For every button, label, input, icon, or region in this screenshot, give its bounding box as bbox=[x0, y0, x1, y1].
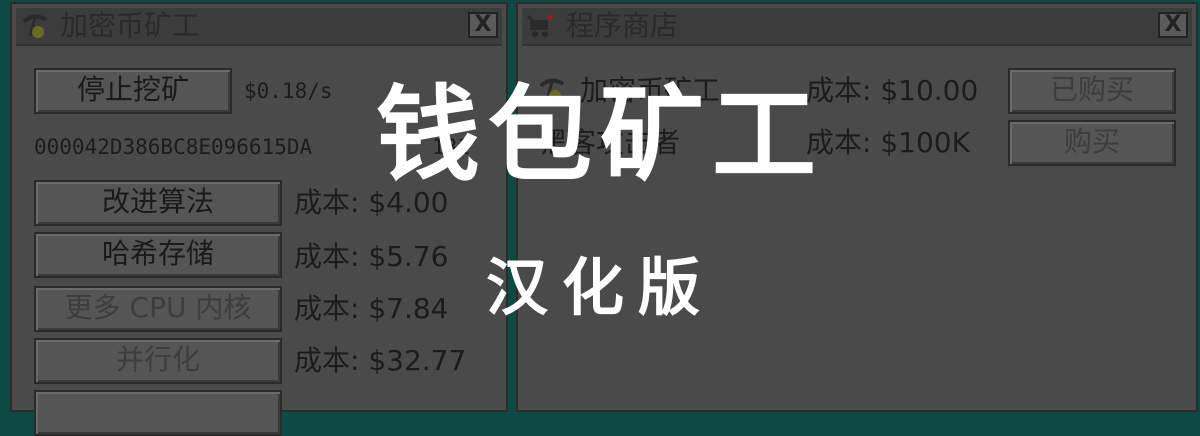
banner-subtitle: 汉化版 bbox=[485, 251, 714, 324]
miner-window-title: 加密币矿工 bbox=[60, 9, 201, 42]
miner-titlebar[interactable]: 加密币矿工 X bbox=[16, 8, 502, 46]
upgrade-next-button[interactable] bbox=[34, 390, 282, 436]
upgrade-parallelize-button[interactable]: 并行化 bbox=[34, 338, 282, 384]
crypto-miner-window: 加密币矿工 X 停止挖矿 $0.18/s 000042D386BC8E09661… bbox=[10, 2, 508, 436]
upgrade-cost: 成本: $32.77 bbox=[294, 344, 467, 377]
miner-close-button[interactable]: X bbox=[468, 12, 498, 38]
store-close-button[interactable]: X bbox=[1158, 12, 1188, 38]
program-store-window: 程序商店 X 加密币矿工 成本: $10.00 已购买 黑客攻击者 成本: $1… bbox=[516, 2, 1198, 412]
banner-title: 钱包矿工 bbox=[375, 74, 824, 196]
store-titlebar[interactable]: 程序商店 X bbox=[522, 8, 1192, 46]
store-window-title: 程序商店 bbox=[566, 9, 679, 42]
shopping-cart-icon bbox=[526, 14, 553, 37]
pickaxe-icon bbox=[22, 14, 48, 38]
